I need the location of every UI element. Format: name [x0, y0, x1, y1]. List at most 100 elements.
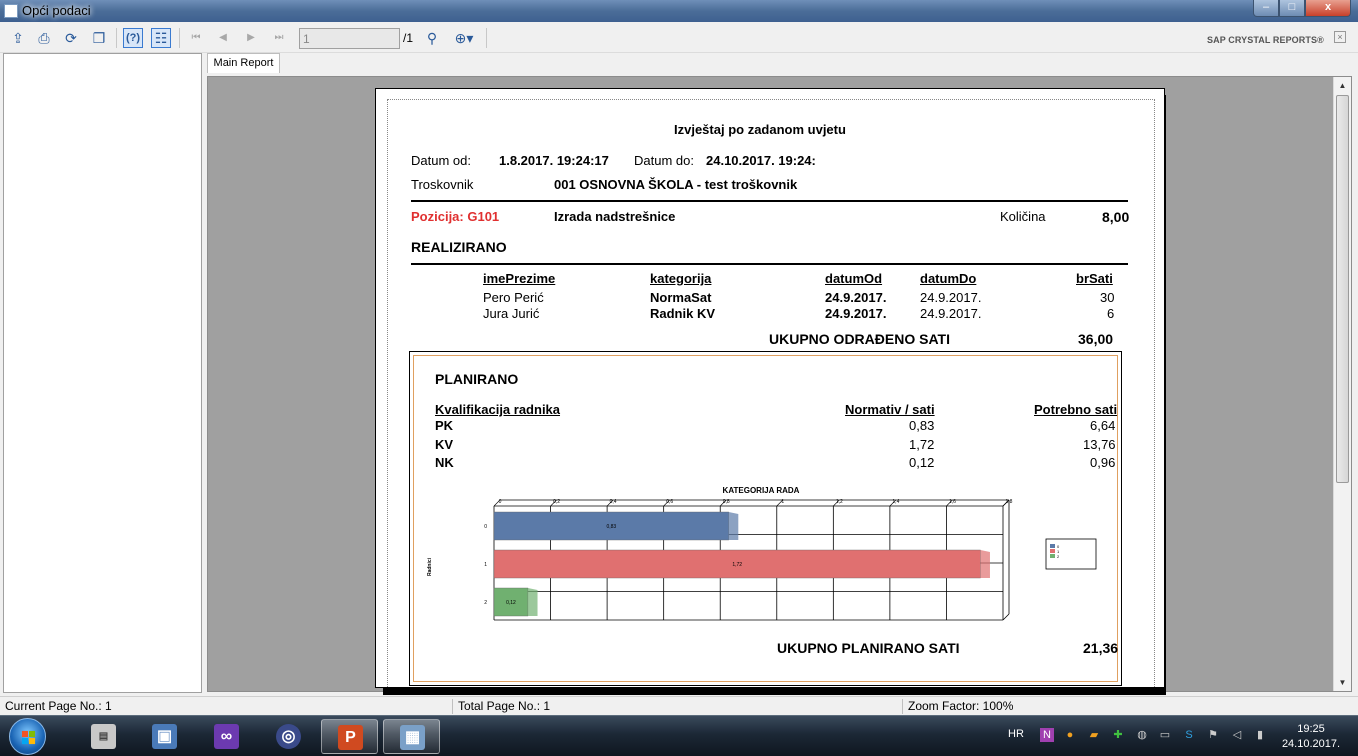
col-header-imeprezime: imePrezime	[483, 271, 556, 286]
status-bar: Current Page No.: 1 Total Page No.: 1 Zo…	[0, 696, 1358, 715]
refresh-icon[interactable]: ⟳	[61, 28, 81, 48]
col-header-datumod: datumOd	[825, 271, 883, 286]
status-divider	[452, 699, 453, 714]
kolicina-value: 8,00	[1102, 209, 1130, 225]
help-icon[interactable]: (?)	[123, 28, 143, 48]
start-button[interactable]	[9, 718, 46, 755]
toolbar: ⇪ ⎙ ⟳ ❐ (?) ☷ ⏮ ◀ ▶ ⏭ /1 ⚲ ⊕▾ SAP CRYSTA…	[0, 22, 1358, 53]
cell-normativ: 0,12	[909, 455, 935, 470]
realizirano-total-label: UKUPNO ODRAĐENO SATI	[769, 331, 950, 347]
page-number-input[interactable]	[299, 28, 400, 49]
maximize-button[interactable]: □	[1279, 0, 1305, 17]
cell-imeprezime: Jura Jurić	[483, 306, 540, 321]
close-icon[interactable]: ×	[1334, 31, 1346, 43]
cell-datumdo: 24.9.2017.	[920, 290, 982, 305]
cell-datumod: 24.9.2017.	[825, 306, 887, 321]
toolbar-separator	[179, 28, 180, 48]
col-header-kategorija: kategorija	[650, 271, 712, 286]
browser-icon: ◎	[276, 724, 301, 749]
zoom-factor-status: Zoom Factor: 100%	[908, 699, 1014, 713]
volume-icon[interactable]: ◁	[1230, 728, 1244, 742]
toolbar-separator	[116, 28, 117, 48]
network-globe-icon[interactable]: ◍	[1135, 728, 1149, 742]
bar-value-label: 1,72	[732, 562, 742, 568]
cell-potrebno: 0,96	[1090, 455, 1116, 470]
powerpoint-app[interactable]: P	[321, 719, 378, 754]
clock[interactable]: 19:25 24.10.2017.	[1276, 722, 1346, 752]
cell-normativ: 0,83	[909, 418, 935, 433]
title-bar: Opći podaci ‒ □ x	[0, 0, 1358, 22]
pc-app[interactable]: ▦	[383, 719, 440, 754]
col-header-kvalifikacija: Kvalifikacija radnika	[435, 402, 561, 417]
cell-normativ: 1,72	[909, 437, 935, 452]
scroll-thumb[interactable]	[1336, 95, 1349, 483]
zoom-icon[interactable]: ⊕▾	[450, 28, 478, 48]
computer-icon: ▣	[152, 724, 177, 749]
troskovnik-value: 001 OSNOVNA ŠKOLA - test troškovnik	[554, 177, 798, 192]
visual-studio-app[interactable]: ∞	[198, 719, 255, 754]
computer-app[interactable]: ▣	[136, 719, 193, 754]
y-tick-label: 2	[484, 600, 487, 606]
onenote-icon[interactable]: N	[1040, 728, 1054, 742]
bar-side	[728, 512, 739, 540]
kategorija-rada-chart: KATEGORIJA RADA00,20,40,60,811,21,41,61,…	[427, 486, 1097, 621]
cell-datumdo: 24.9.2017.	[920, 306, 982, 321]
group-tree-panel[interactable]	[3, 53, 202, 693]
divider	[411, 263, 1128, 265]
next-page-icon[interactable]: ▶	[241, 28, 261, 48]
troskovnik-label: Troskovnik	[411, 177, 474, 192]
print-icon[interactable]: ⎙	[34, 28, 54, 48]
file-manager-icon: ▤	[91, 724, 116, 749]
cell-kategorija: Radnik KV	[650, 306, 716, 321]
windows-logo-icon	[21, 730, 36, 745]
cell-potrebno: 6,64	[1090, 418, 1116, 433]
chart-title: KATEGORIJA RADA	[723, 486, 800, 495]
scroll-up-icon[interactable]: ▲	[1334, 77, 1351, 94]
current-page-status: Current Page No.: 1	[5, 699, 112, 713]
legend-swatch	[1050, 554, 1055, 558]
close-button[interactable]: x	[1305, 0, 1351, 17]
bar-value-label: 0,83	[606, 524, 616, 530]
powerpoint-icon: P	[338, 725, 363, 750]
file-manager-app[interactable]: ▤	[75, 719, 132, 754]
sync-icon[interactable]: ✚	[1111, 728, 1125, 742]
status-icon[interactable]: ●	[1063, 728, 1077, 742]
cell-brsati: 30	[1100, 290, 1115, 305]
export-icon[interactable]: ⇪	[8, 28, 28, 48]
folder-icon[interactable]: ▰	[1087, 728, 1101, 742]
y-axis-label: Radnici	[427, 557, 433, 576]
visual-studio-icon: ∞	[214, 724, 239, 749]
datum-od-value: 1.8.2017. 19:24:17	[499, 153, 609, 168]
language-indicator[interactable]: HR	[1008, 728, 1024, 740]
realizirano-total-value: 36,00	[1078, 331, 1114, 347]
window-title: Opći podaci	[22, 3, 91, 18]
skype-icon[interactable]: S	[1182, 728, 1196, 742]
prev-page-icon[interactable]: ◀	[213, 28, 233, 48]
cell-datumod: 24.9.2017.	[825, 290, 887, 305]
flag-icon[interactable]: ⚑	[1206, 728, 1220, 742]
app-icon	[4, 4, 18, 18]
tab-main-report[interactable]: Main Report	[207, 53, 280, 73]
report-page: Izvještaj po zadanom uvjetu Datum od: 1.…	[375, 88, 1165, 688]
cell-brsati: 6	[1107, 306, 1115, 321]
pozicija-description: Izrada nadstrešnice	[554, 209, 676, 224]
copy-icon[interactable]: ❐	[89, 28, 109, 48]
display-icon[interactable]: ▭	[1158, 728, 1172, 742]
battery-icon[interactable]: ▮	[1253, 728, 1267, 742]
scroll-down-icon[interactable]: ▼	[1334, 674, 1351, 691]
report-title: Izvještaj po zadanom uvjetu	[674, 122, 846, 137]
realizirano-heading: REALIZIRANO	[411, 239, 507, 255]
vertical-scrollbar[interactable]: ▲ ▼	[1333, 77, 1351, 691]
y-tick-label: 0	[484, 524, 487, 530]
toolbar-separator	[486, 28, 487, 48]
brand-label: SAP CRYSTAL REPORTS®	[1207, 35, 1324, 45]
last-page-icon[interactable]: ⏭	[269, 28, 289, 48]
browser-app[interactable]: ◎	[260, 719, 317, 754]
first-page-icon[interactable]: ⏮	[186, 28, 206, 48]
minimize-button[interactable]: ‒	[1253, 0, 1279, 17]
col-header-potrebno: Potrebno sati	[1034, 402, 1118, 417]
kolicina-label: Količina	[1000, 209, 1046, 224]
group-tree-icon[interactable]: ☷	[151, 28, 171, 48]
find-icon[interactable]: ⚲	[422, 28, 442, 48]
divider	[411, 200, 1128, 202]
